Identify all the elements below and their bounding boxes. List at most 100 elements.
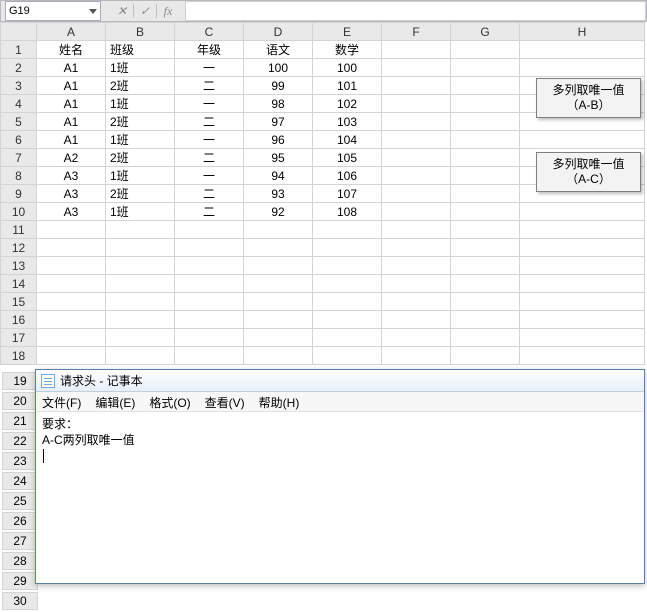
cell[interactable] (451, 131, 520, 149)
cell[interactable] (106, 329, 175, 347)
cell[interactable] (382, 221, 451, 239)
cell[interactable]: A3 (37, 203, 106, 221)
cell[interactable] (382, 257, 451, 275)
cell[interactable]: 1班 (106, 203, 175, 221)
cell[interactable] (175, 329, 244, 347)
cell[interactable]: 93 (244, 185, 313, 203)
row-header[interactable]: 24 (2, 472, 38, 490)
cell[interactable] (520, 329, 645, 347)
cell[interactable] (175, 293, 244, 311)
cell[interactable]: 101 (313, 77, 382, 95)
row-header[interactable]: 20 (2, 392, 38, 410)
cell[interactable] (451, 77, 520, 95)
cell[interactable] (106, 221, 175, 239)
cell[interactable] (244, 311, 313, 329)
cell[interactable]: A1 (37, 95, 106, 113)
cell[interactable]: 103 (313, 113, 382, 131)
cell[interactable]: 102 (313, 95, 382, 113)
cell[interactable] (520, 311, 645, 329)
cell[interactable] (106, 293, 175, 311)
cell[interactable]: 100 (244, 59, 313, 77)
cell[interactable]: 数学 (313, 41, 382, 59)
cell[interactable] (244, 257, 313, 275)
cell[interactable] (451, 167, 520, 185)
row-header[interactable]: 22 (2, 432, 38, 450)
cell[interactable] (313, 239, 382, 257)
cell[interactable] (313, 257, 382, 275)
cell[interactable]: 一 (175, 59, 244, 77)
cell[interactable] (520, 347, 645, 365)
cell[interactable] (451, 347, 520, 365)
row-header[interactable]: 15 (1, 293, 37, 311)
cell[interactable] (37, 221, 106, 239)
row-header[interactable]: 5 (1, 113, 37, 131)
cell[interactable]: 105 (313, 149, 382, 167)
cell[interactable] (382, 293, 451, 311)
row-header[interactable]: 1 (1, 41, 37, 59)
cell[interactable] (244, 293, 313, 311)
fx-icon[interactable]: fx (159, 4, 177, 19)
cell[interactable] (175, 275, 244, 293)
row-header[interactable]: 12 (1, 239, 37, 257)
cell[interactable]: 94 (244, 167, 313, 185)
cell[interactable] (313, 329, 382, 347)
row-header[interactable]: 2 (1, 59, 37, 77)
cell[interactable]: 二 (175, 185, 244, 203)
row-header[interactable]: 21 (2, 412, 38, 430)
cell[interactable] (106, 257, 175, 275)
cell[interactable] (451, 113, 520, 131)
select-all-corner[interactable] (1, 23, 37, 41)
cell[interactable]: 姓名 (37, 41, 106, 59)
menu-edit[interactable]: 编辑(E) (95, 394, 135, 409)
cell[interactable] (451, 59, 520, 77)
cell[interactable] (451, 257, 520, 275)
cell[interactable] (382, 275, 451, 293)
cell[interactable]: 2班 (106, 149, 175, 167)
cell[interactable] (520, 41, 645, 59)
row-header[interactable]: 16 (1, 311, 37, 329)
menu-help[interactable]: 帮助(H) (259, 394, 300, 409)
row-header[interactable]: 11 (1, 221, 37, 239)
cell[interactable]: 年级 (175, 41, 244, 59)
cell[interactable]: 104 (313, 131, 382, 149)
cell[interactable]: 95 (244, 149, 313, 167)
cell[interactable] (175, 257, 244, 275)
cell[interactable] (451, 149, 520, 167)
cell[interactable] (37, 275, 106, 293)
cell[interactable]: 99 (244, 77, 313, 95)
cell[interactable] (382, 347, 451, 365)
cell[interactable]: A2 (37, 149, 106, 167)
cell[interactable]: 100 (313, 59, 382, 77)
row-header[interactable]: 18 (1, 347, 37, 365)
row-header[interactable]: 14 (1, 275, 37, 293)
cell[interactable] (313, 221, 382, 239)
cell[interactable]: 108 (313, 203, 382, 221)
cell[interactable]: 1班 (106, 131, 175, 149)
col-header[interactable]: D (244, 23, 313, 41)
cell[interactable] (520, 293, 645, 311)
notepad-titlebar[interactable]: 请求头 - 记事本 (36, 370, 644, 392)
menu-view[interactable]: 查看(V) (205, 394, 245, 409)
cell[interactable] (37, 257, 106, 275)
row-header[interactable]: 30 (2, 592, 38, 610)
cell[interactable]: 一 (175, 95, 244, 113)
cell[interactable] (313, 347, 382, 365)
cell[interactable]: 二 (175, 77, 244, 95)
cell[interactable] (244, 275, 313, 293)
cell[interactable] (37, 293, 106, 311)
row-header[interactable]: 28 (2, 552, 38, 570)
cell[interactable] (451, 275, 520, 293)
cell[interactable]: 1班 (106, 95, 175, 113)
row-header[interactable]: 13 (1, 257, 37, 275)
cell[interactable] (37, 239, 106, 257)
cell[interactable] (382, 329, 451, 347)
cell[interactable]: A3 (37, 185, 106, 203)
cell[interactable] (382, 113, 451, 131)
cell[interactable] (520, 239, 645, 257)
cell[interactable]: 二 (175, 203, 244, 221)
cell[interactable] (520, 131, 645, 149)
cell[interactable] (106, 239, 175, 257)
notepad-window[interactable]: 请求头 - 记事本 文件(F) 编辑(E) 格式(O) 查看(V) 帮助(H) … (35, 369, 645, 584)
cell[interactable] (106, 347, 175, 365)
col-header[interactable]: F (382, 23, 451, 41)
